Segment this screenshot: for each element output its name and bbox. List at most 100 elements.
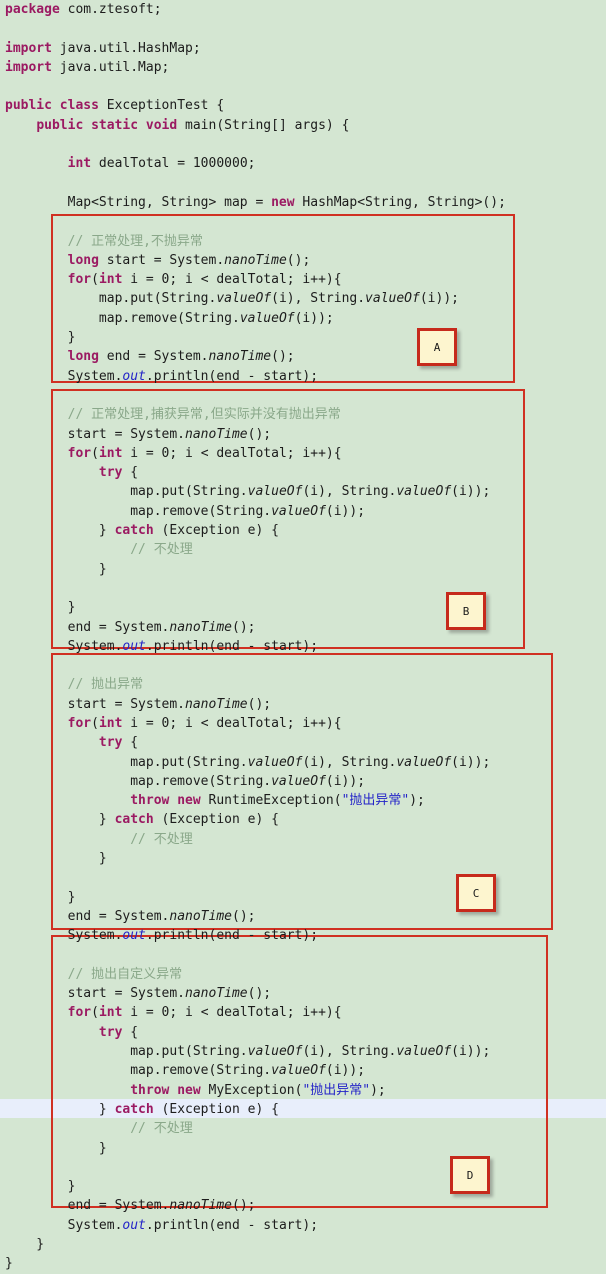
code-line: } <box>0 1139 606 1158</box>
code-token-cm: // 正常处理,捕获异常,但实际并没有抛出异常 <box>67 407 341 423</box>
code-token-pl: System. <box>5 1217 123 1233</box>
code-token-pl: i = 0; i < dealTotal; i++){ <box>122 1005 342 1021</box>
code-token-pl: System. <box>5 368 123 384</box>
code-line: // 不处理 <box>0 830 606 849</box>
code-token-pl: (i)); <box>325 773 366 789</box>
code-token-pl: } <box>5 1256 13 1272</box>
code-token-pl: (); <box>232 619 256 635</box>
code-token-pl: (); <box>247 696 272 712</box>
code-token-kw: int <box>98 715 123 731</box>
code-line: map.remove(String.valueOf(i)); <box>0 772 606 791</box>
code-token-it: valueOf <box>396 484 452 500</box>
code-token-pl: ); <box>370 1082 386 1098</box>
code-token-it: nanoTime <box>169 908 232 924</box>
code-token-pl: { <box>122 465 139 481</box>
code-token-pl: start = System. <box>5 426 186 442</box>
code-token-kw: catch <box>114 1101 154 1117</box>
code-token-it: valueOf <box>271 503 326 519</box>
code-token-pl: (i)); <box>451 1044 491 1060</box>
code-token-kw: for <box>67 715 92 731</box>
code-line: end = System.nanoTime(); <box>0 618 606 637</box>
code-text-layer: package com.ztesoft; import java.util.Ha… <box>0 0 606 1274</box>
code-token-pl: ExceptionTest { <box>98 98 225 114</box>
code-line: package com.ztesoft; <box>0 0 606 19</box>
code-line: for(int i = 0; i < dealTotal; i++){ <box>0 444 606 463</box>
code-token-pl: end = System. <box>5 619 170 635</box>
code-token-pl: start = System. <box>5 986 186 1002</box>
code-token-pl: i = 0; i < dealTotal; i++){ <box>122 715 342 731</box>
code-token-pl: (Exception e) { <box>153 523 279 539</box>
code-line: import java.util.Map; <box>0 58 606 77</box>
code-token-kw: int <box>98 272 123 288</box>
code-token-fld: out <box>122 638 146 654</box>
code-token-pl: { <box>122 1024 139 1040</box>
code-line: public static void main(String[] args) { <box>0 116 606 135</box>
code-token-pl: ( <box>91 445 99 461</box>
code-line: map.remove(String.valueOf(i)); <box>0 1061 606 1080</box>
code-line: throw new RuntimeException("抛出异常"); <box>0 791 606 810</box>
code-token-kw: catch <box>114 523 154 539</box>
code-line: map.put(String.valueOf(i), String.valueO… <box>0 1042 606 1061</box>
code-line: end = System.nanoTime(); <box>0 1196 606 1215</box>
code-token-fld: out <box>122 368 146 384</box>
code-line: try { <box>0 1023 606 1042</box>
code-token-pl: } <box>5 1101 115 1117</box>
code-token-it: valueOf <box>216 291 272 307</box>
code-token-pl: } <box>5 330 76 346</box>
code-token-pl: map.put(String. <box>5 484 248 500</box>
code-token-pl: (); <box>232 908 256 924</box>
code-token-it: valueOf <box>247 1044 303 1060</box>
code-token-pl: } <box>5 600 76 616</box>
code-token-it: nanoTime <box>185 696 248 712</box>
annotation-chip-label: D <box>466 1168 474 1182</box>
code-token-pl: MyException( <box>200 1082 303 1098</box>
code-line: } <box>0 888 606 907</box>
code-line: map.put(String.valueOf(i), String.valueO… <box>0 753 606 772</box>
code-line: try { <box>0 463 606 482</box>
code-token-it: valueOf <box>271 773 326 789</box>
code-line: import java.util.HashMap; <box>0 39 606 58</box>
code-token-it: valueOf <box>396 754 452 770</box>
annotation-chip-a: A <box>417 328 457 366</box>
code-token-kw: int <box>67 156 92 172</box>
code-token-pl: java.util.Map; <box>51 59 170 75</box>
code-token-pl: .println(end - start); <box>145 928 319 944</box>
code-token-pl: com.ztesoft; <box>59 2 162 17</box>
annotation-chip-label: A <box>433 340 441 354</box>
code-token-cm: // 不处理 <box>130 542 193 558</box>
code-token-pl: } <box>5 523 115 539</box>
code-line: // 不处理 <box>0 540 606 559</box>
code-token-pl: (); <box>286 252 311 268</box>
code-token-pl: (i)); <box>325 1063 366 1079</box>
code-line: int dealTotal = 1000000; <box>0 154 606 173</box>
code-token-pl: (i)); <box>451 484 491 500</box>
code-line: public class ExceptionTest { <box>0 96 606 115</box>
code-token-pl: end = System. <box>5 1198 170 1214</box>
code-line: // 正常处理,不抛异常 <box>0 232 606 251</box>
code-token-it: valueOf <box>271 1063 326 1079</box>
code-line: throw new MyException("抛出异常"); <box>0 1081 606 1100</box>
code-token-pl: start = System. <box>5 696 186 712</box>
code-token-pl: (); <box>232 1198 256 1214</box>
code-line: } <box>0 560 606 579</box>
code-token-it: nanoTime <box>169 1198 232 1214</box>
annotation-chip-c: C <box>456 874 496 912</box>
code-line: } catch (Exception e) { <box>0 810 606 829</box>
code-token-kw: new <box>271 194 295 210</box>
code-token-pl: System. <box>5 928 123 944</box>
code-token-pl: ); <box>409 793 425 809</box>
code-token-pl: RuntimeException( <box>200 793 342 809</box>
code-line: System.out.println(end - start); <box>0 367 606 386</box>
